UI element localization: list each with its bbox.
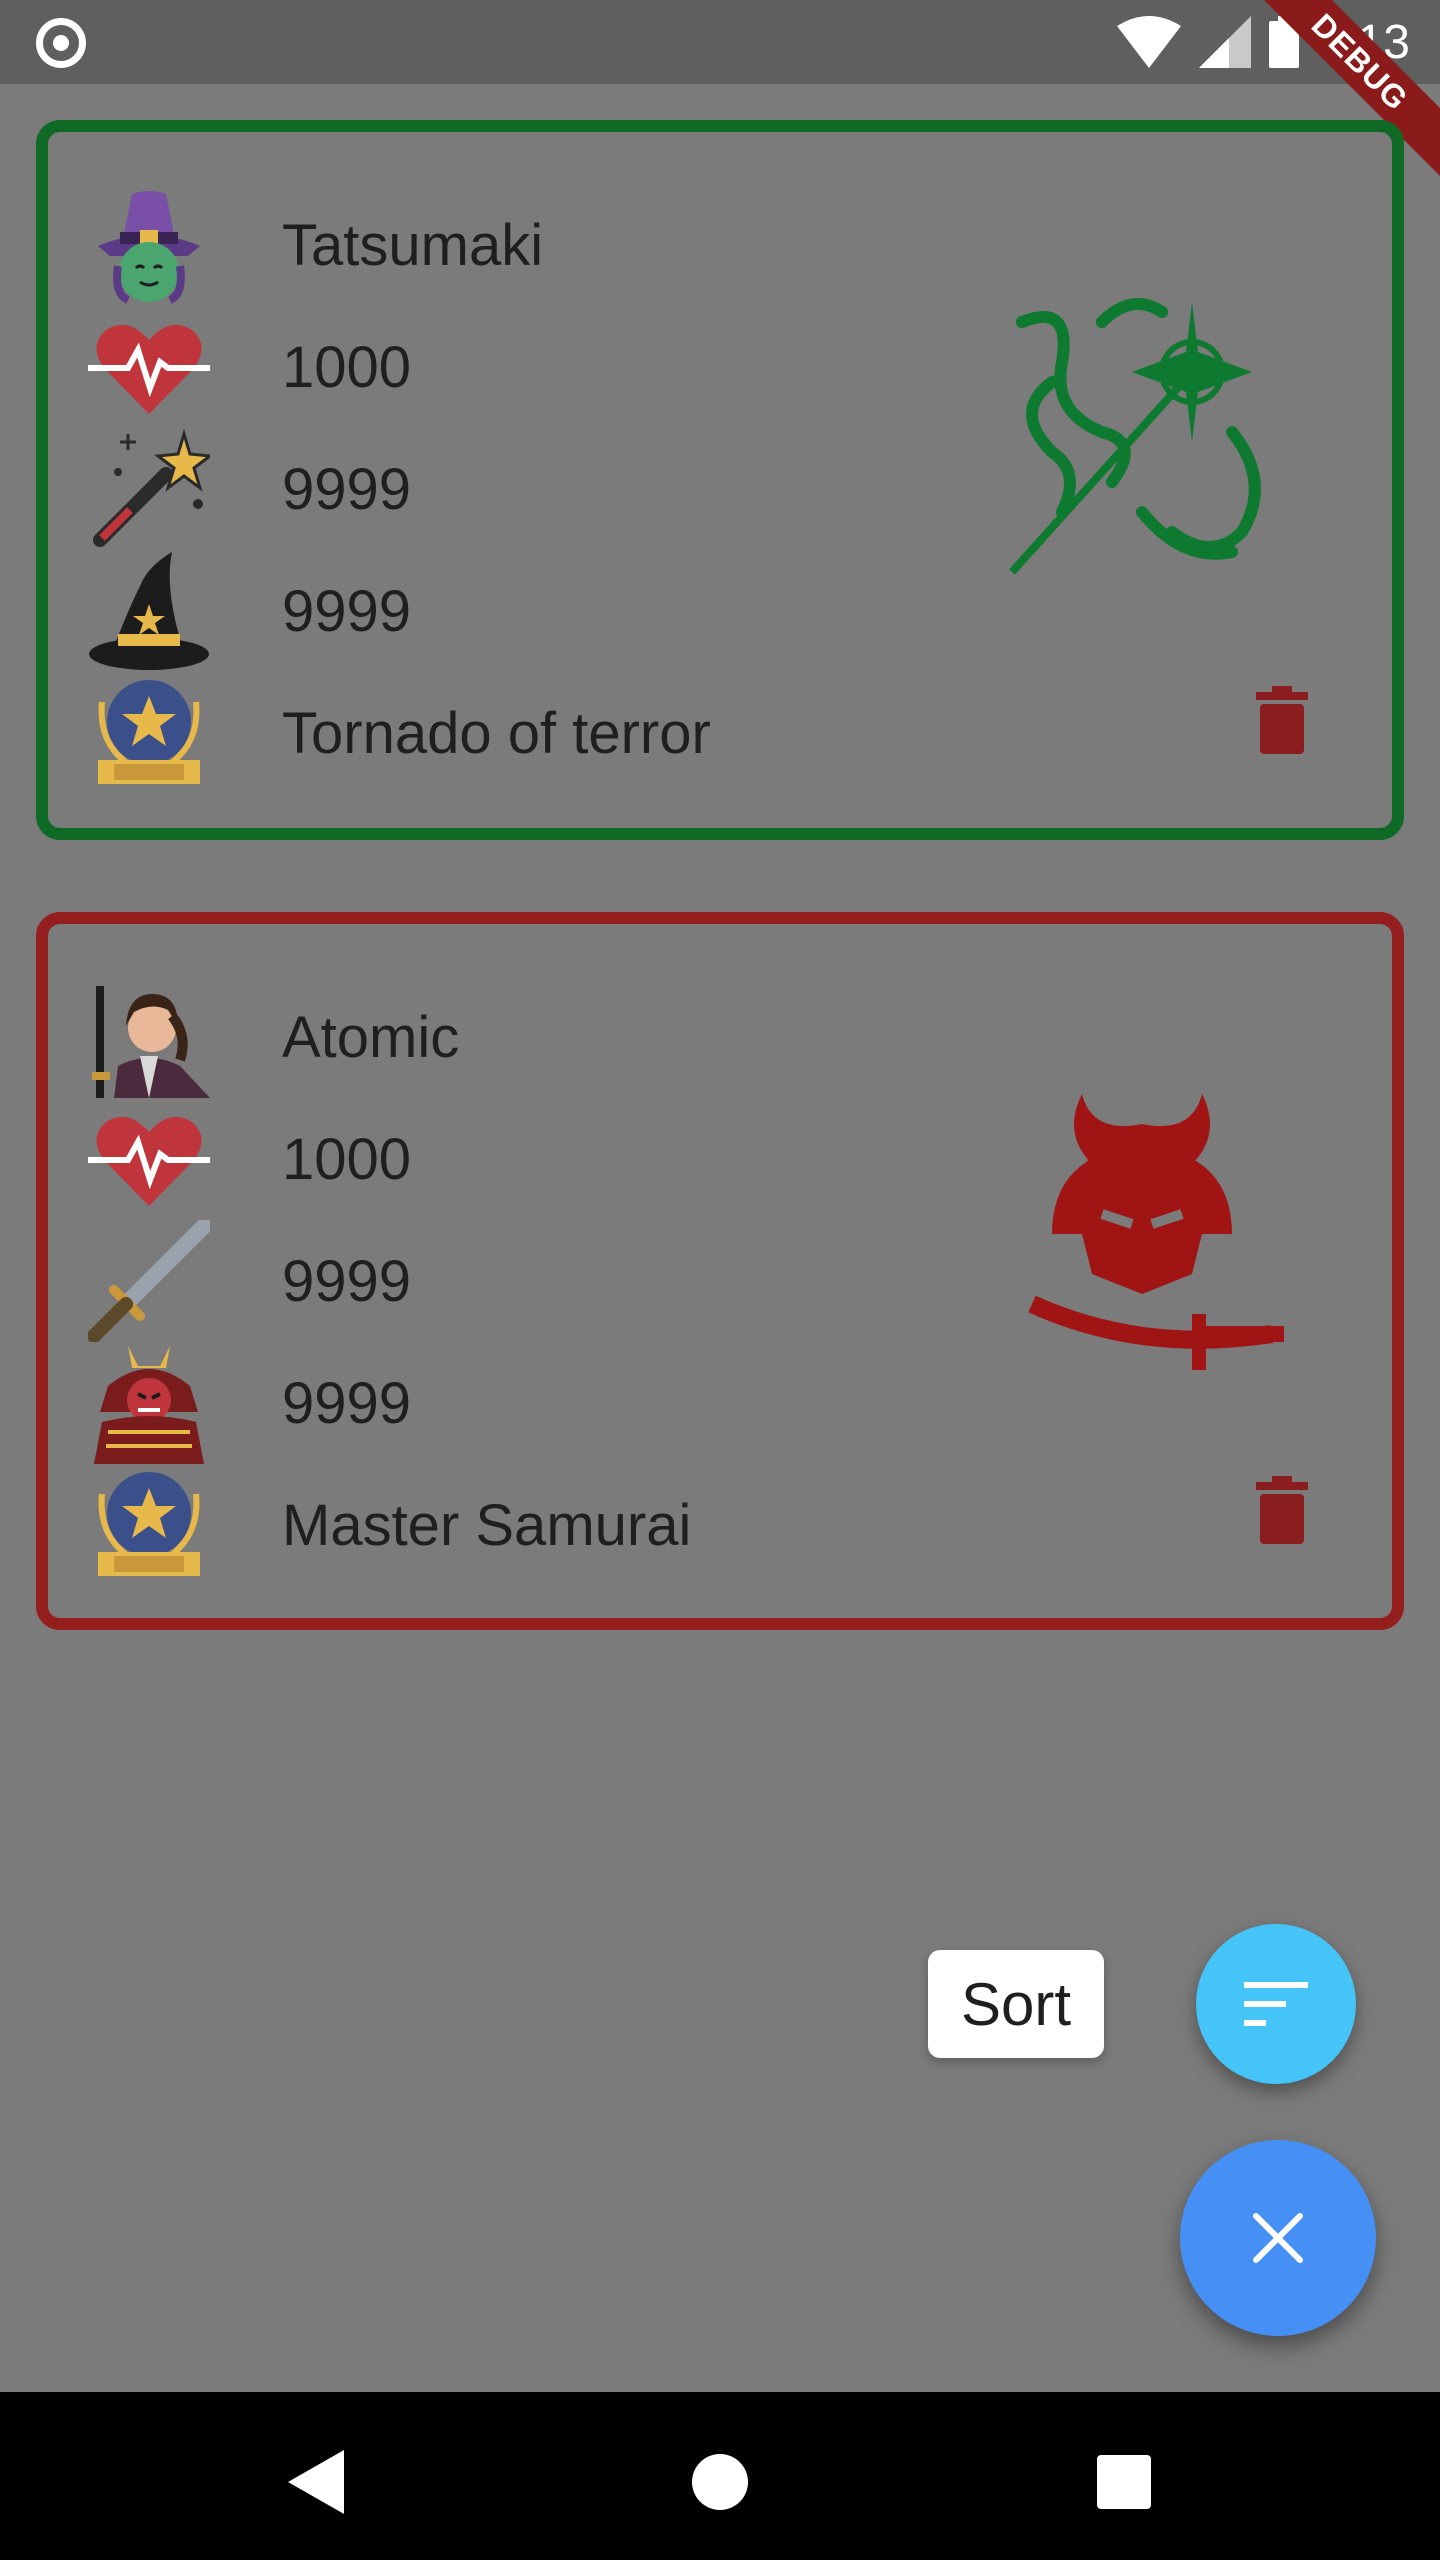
witch-avatar-icon (98, 191, 200, 304)
heart-pulse-icon (88, 324, 210, 414)
samurai-armor-icon (94, 1346, 204, 1464)
health-value: 1000 (282, 334, 412, 400)
defense-value: 9999 (282, 1370, 412, 1436)
hero-name-row: Tatsumaki (88, 184, 988, 306)
close-icon (1253, 2213, 1303, 2263)
attack-value: 9999 (282, 1248, 412, 1314)
hero-name-row: Atomic (88, 976, 988, 1098)
home-icon (692, 2454, 748, 2510)
samurai-avatar-icon (92, 986, 210, 1098)
sort-label[interactable]: Sort (928, 1950, 1104, 2058)
defense-value: 9999 (282, 578, 412, 644)
health-row: 1000 (88, 306, 988, 428)
hero-name: Atomic (282, 1004, 460, 1070)
attack-row: 9999 (88, 428, 988, 550)
katana-icon (88, 1220, 210, 1342)
defense-row: 9999 (88, 550, 988, 672)
sort-button[interactable] (1196, 1924, 1356, 2084)
health-value: 1000 (282, 1126, 412, 1192)
back-icon (288, 2450, 344, 2514)
defense-row: 9999 (88, 1342, 988, 1464)
rank-row: Master Samurai (88, 1464, 988, 1586)
back-button[interactable] (266, 2432, 366, 2532)
rank-badge-icon (98, 1472, 200, 1576)
attack-row: 9999 (88, 1220, 988, 1342)
navigation-bar (0, 2392, 1440, 2560)
magic-staff-emblem (1009, 298, 1261, 575)
samurai-helmet-emblem (1028, 1094, 1284, 1370)
delete-button[interactable] (1256, 1476, 1308, 1544)
rank-row: Tornado of terror (88, 672, 988, 794)
hero-card-tatsumaki[interactable]: Tatsumaki 1000 9999 9999 Tornado of terr… (36, 120, 1404, 840)
magic-wand-icon (93, 428, 210, 547)
witch-hat-icon (89, 552, 209, 670)
delete-button[interactable] (1256, 686, 1308, 754)
sort-icon (1244, 1982, 1308, 2026)
rank-badge-icon (98, 680, 200, 784)
home-button[interactable] (670, 2432, 770, 2532)
recents-icon (1097, 2455, 1151, 2509)
hero-card-atomic[interactable]: Atomic 1000 9999 9999 Master Samurai (36, 912, 1404, 1630)
heart-pulse-icon (88, 1116, 210, 1206)
rank-value: Tornado of terror (282, 700, 711, 766)
close-menu-button[interactable] (1180, 2140, 1376, 2336)
rank-value: Master Samurai (282, 1492, 692, 1558)
health-row: 1000 (88, 1098, 988, 1220)
wifi-icon (1116, 16, 1181, 68)
signal-icon (1198, 16, 1251, 68)
recents-button[interactable] (1074, 2432, 1174, 2532)
status-bar: 7:13 DEBUG (0, 0, 1440, 186)
record-icon (36, 18, 86, 68)
attack-value: 9999 (282, 456, 412, 522)
hero-name: Tatsumaki (282, 212, 544, 278)
